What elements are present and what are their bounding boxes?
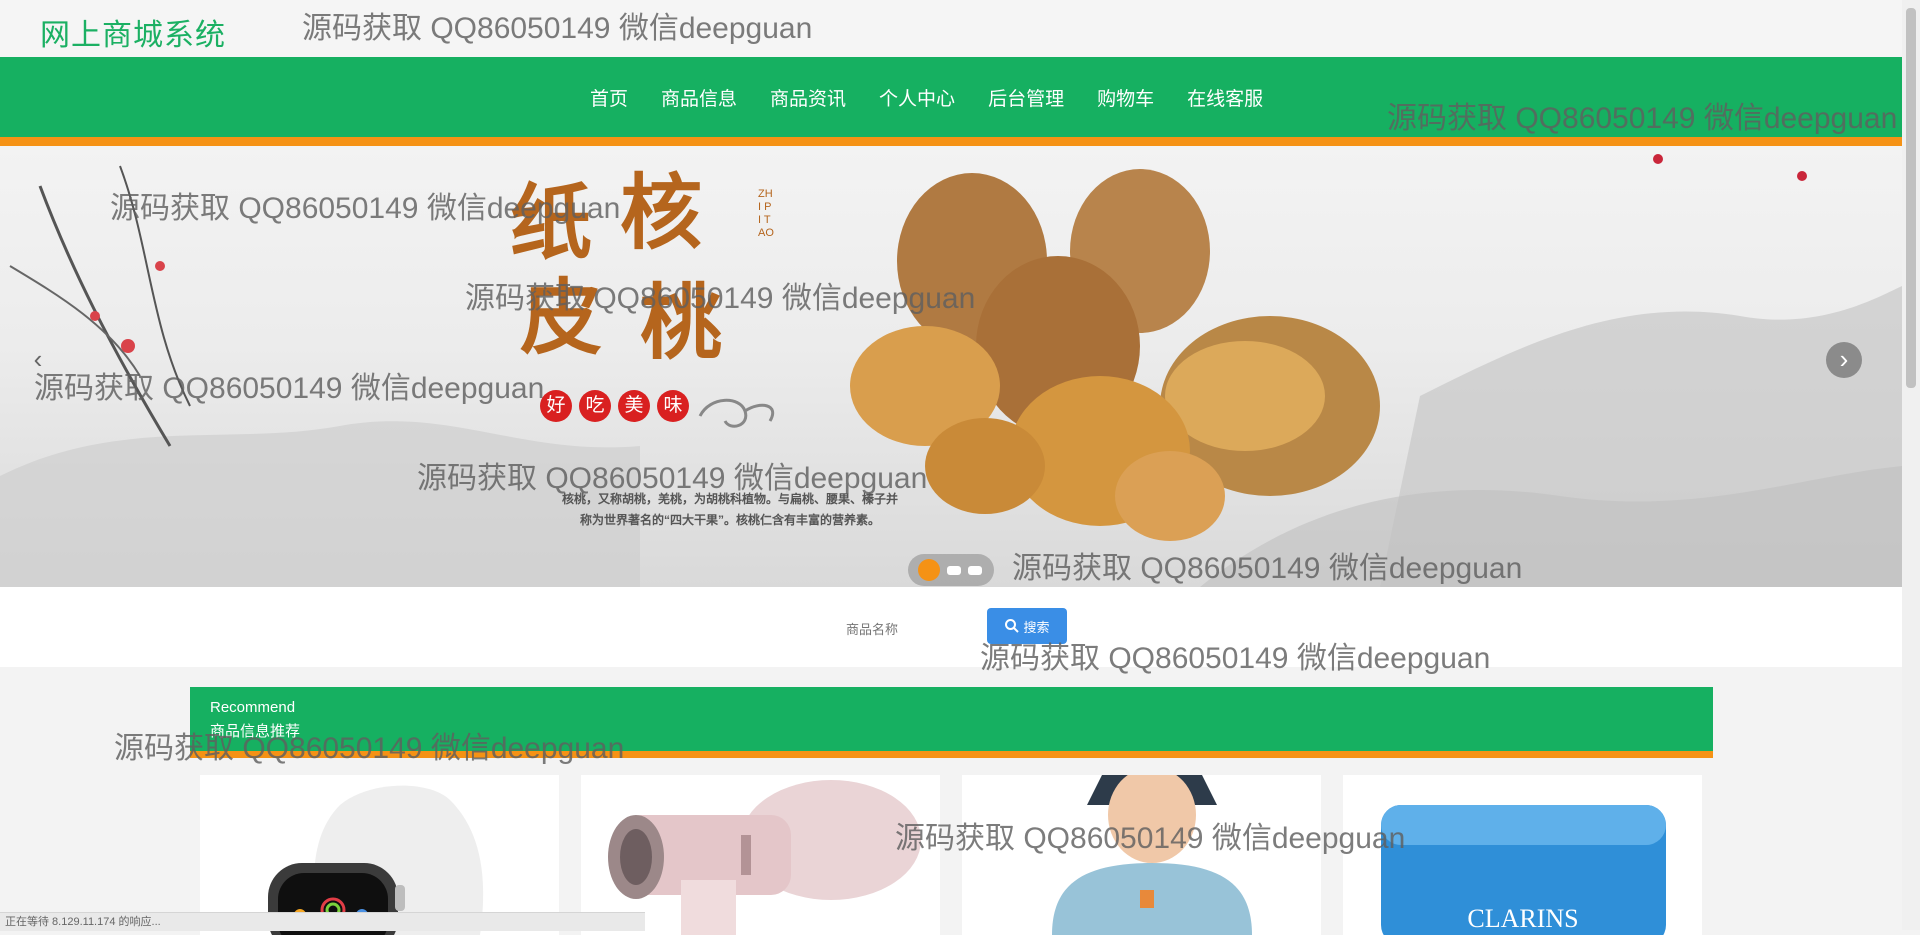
chevron-left-icon[interactable]: ‹ — [20, 342, 56, 378]
search-area: 搜索 — [0, 587, 1902, 667]
recommend-title-cn: 商品信息推荐 — [210, 723, 301, 740]
nav-item-cart[interactable]: 购物车 — [1097, 84, 1154, 111]
carousel-dot-3[interactable] — [968, 565, 982, 575]
product-card[interactable]: CLARINS — [1343, 775, 1702, 935]
banner-vertical-pinyin: ZHI PI TAO — [758, 188, 774, 239]
taste-badge: 吃 — [579, 390, 611, 422]
nav-item-profile[interactable]: 个人中心 — [879, 84, 955, 111]
product-name-search-input[interactable] — [840, 612, 990, 646]
scrollbar-thumb[interactable] — [1906, 8, 1916, 388]
banner-char-2: 核 — [620, 165, 703, 261]
product-card[interactable] — [200, 775, 559, 935]
banner-description-line: 称为世界著名的“四大干果”。核桃仁含有丰富的营养素。 — [579, 513, 880, 527]
hair-dryer-image — [608, 780, 921, 935]
taste-badge: 好 — [540, 390, 572, 422]
banner-carousel[interactable]: 纸 核 皮 桃 ZHI PI TAO 好 吃 美 味 核桃，又称胡桃，羌桃，为胡… — [0, 146, 1902, 587]
carousel-dot-2[interactable] — [947, 565, 961, 575]
product-card[interactable] — [581, 775, 940, 935]
banner-char-4: 桃 — [640, 275, 723, 371]
page-scrollbar[interactable] — [1902, 0, 1920, 930]
smartwatch-image — [268, 785, 484, 935]
nav-menu: 首页 商品信息 商品资讯 个人中心 后台管理 购物车 在线客服 — [590, 57, 1296, 137]
search-button-label: 搜索 — [1023, 619, 1050, 635]
banner-description-line: 核桃，又称胡桃，羌桃，为胡桃科植物。与扁桃、腰果、榛子并 — [561, 492, 898, 506]
nav-item-admin[interactable]: 后台管理 — [988, 84, 1064, 111]
navbar-accent-stripe — [0, 137, 1902, 146]
recommend-header: Recommend 商品信息推荐 — [190, 687, 1713, 751]
search-icon — [1005, 619, 1020, 633]
nav-item-service[interactable]: 在线客服 — [1187, 84, 1263, 111]
site-title[interactable]: 网上商城系统 — [40, 10, 226, 54]
hoodie-model-image — [1052, 775, 1252, 935]
banner-char-3: 皮 — [520, 270, 603, 366]
product-card[interactable] — [962, 775, 1321, 935]
browser-status-bar: 正在等待 8.129.11.174 的响应... — [0, 912, 645, 931]
banner-background-art — [0, 154, 1902, 587]
main-navbar: 首页 商品信息 商品资讯 个人中心 后台管理 购物车 在线客服 — [0, 57, 1902, 137]
recommend-accent-stripe — [190, 751, 1713, 758]
taste-badge: 美 — [618, 390, 650, 422]
nav-item-home[interactable]: 首页 — [590, 84, 628, 111]
nav-item-news[interactable]: 商品资讯 — [770, 84, 846, 111]
carousel-indicators — [908, 554, 994, 586]
cream-jar-image: CLARINS — [1381, 805, 1666, 935]
cream-jar-brand-text: CLARINS — [1467, 904, 1578, 933]
chevron-right-icon[interactable]: › — [1826, 342, 1862, 378]
search-button[interactable]: 搜索 — [987, 608, 1067, 644]
taste-badge-row: 好 吃 美 味 — [540, 390, 696, 422]
top-bar: 网上商城系统 — [0, 0, 1902, 57]
recommend-title-en: Recommend — [210, 699, 296, 716]
nav-item-products[interactable]: 商品信息 — [661, 84, 737, 111]
carousel-dot-1[interactable] — [918, 559, 940, 581]
taste-badge: 味 — [657, 390, 689, 422]
banner-description: 核桃，又称胡桃，羌桃，为胡桃科植物。与扁桃、腰果、榛子并 称为世界著名的“四大干… — [510, 489, 950, 531]
